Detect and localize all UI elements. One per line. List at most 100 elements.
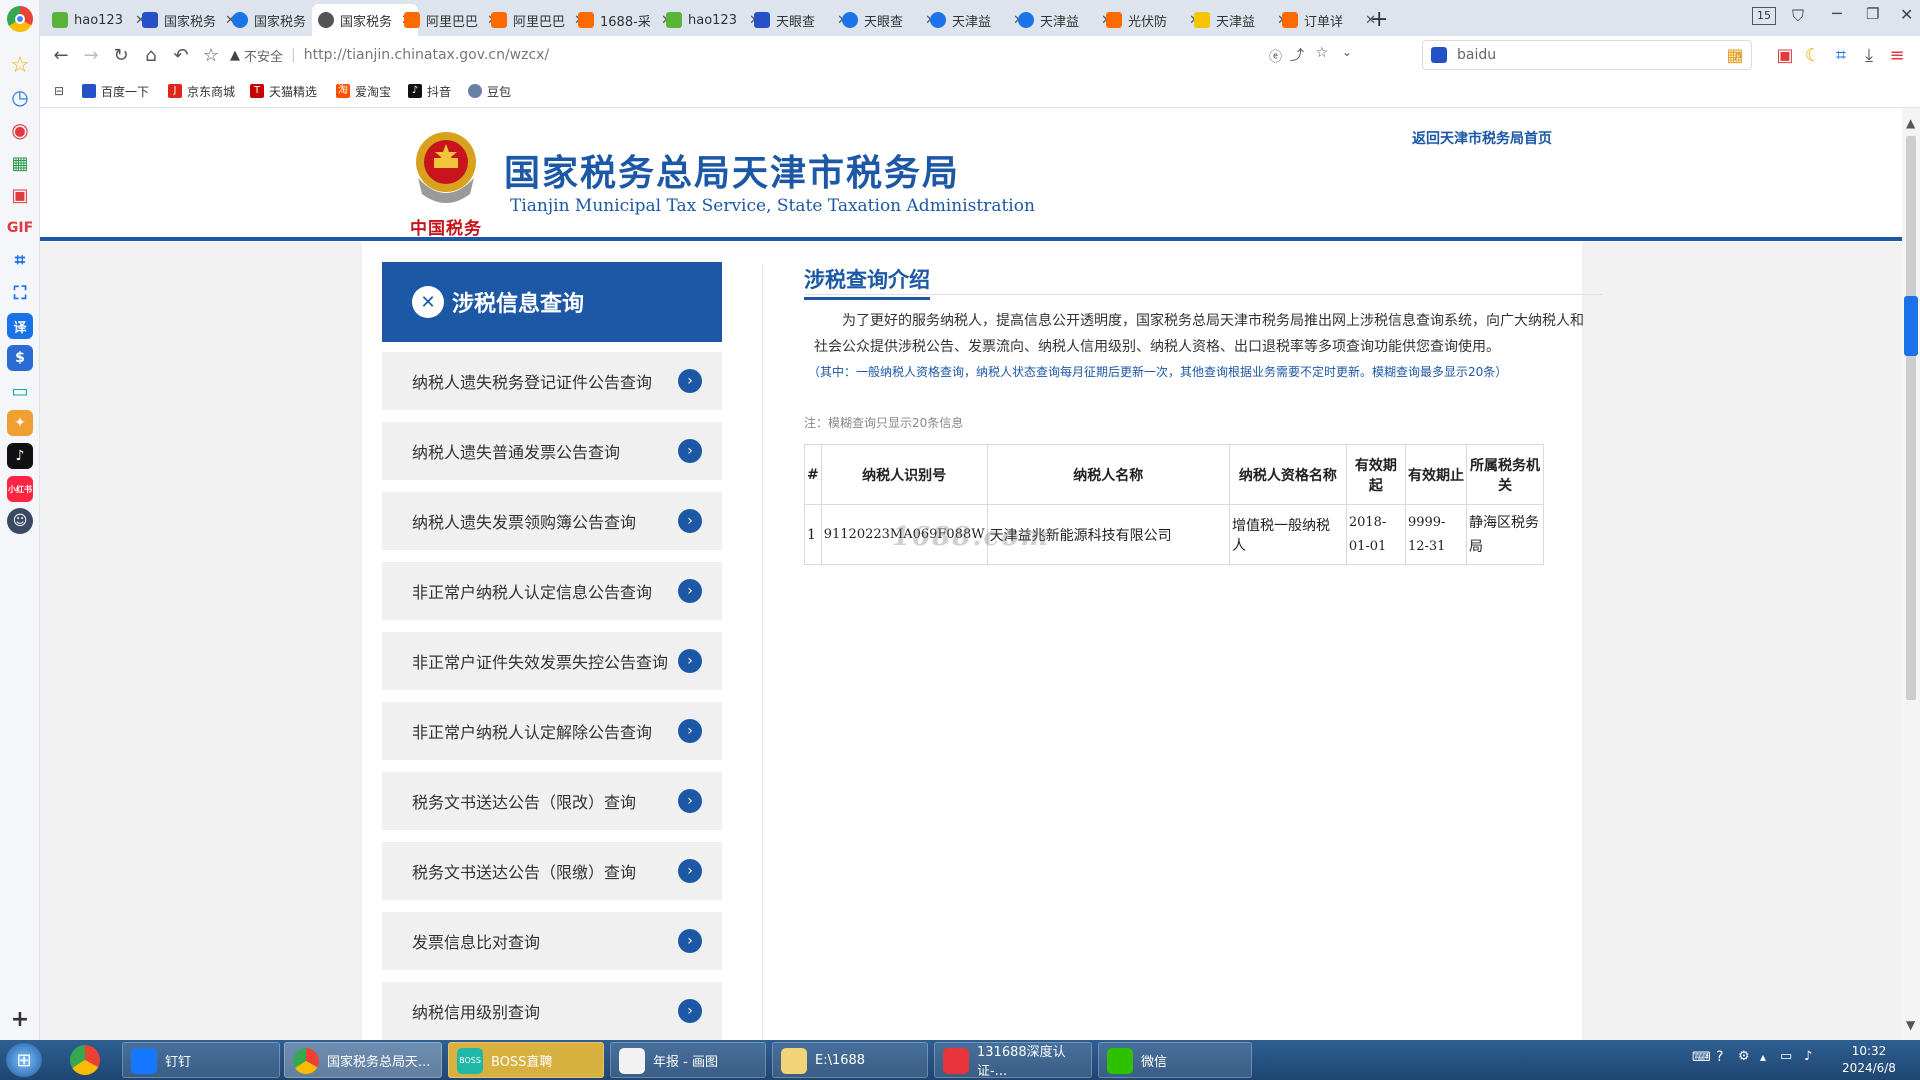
vertical-scrollbar[interactable]: ▲ ▼ bbox=[1902, 108, 1920, 1040]
bookmark-tmall[interactable]: T 天猫精选 bbox=[250, 82, 317, 100]
moon-icon[interactable]: ☾ bbox=[1800, 42, 1826, 68]
record-icon[interactable]: ◉ bbox=[7, 117, 33, 143]
taskbar-explorer[interactable]: E:\1688 bbox=[772, 1042, 928, 1078]
history-clock-icon[interactable]: ◷ bbox=[7, 84, 33, 110]
ie-mode-icon[interactable]: ⓔ bbox=[1269, 46, 1282, 65]
scroll-down-icon[interactable]: ▼ bbox=[1906, 1018, 1915, 1032]
search-placeholder: baidu bbox=[1457, 47, 1497, 63]
baidu-paw-icon bbox=[82, 84, 96, 98]
taskbar-paint[interactable]: 年报 - 画图 bbox=[610, 1042, 766, 1078]
back-icon[interactable]: ← bbox=[48, 42, 74, 68]
baidu-icon bbox=[1431, 47, 1447, 63]
windows-start-icon[interactable]: ⊞ bbox=[6, 1043, 42, 1077]
keyboard-icon[interactable]: ⌨ bbox=[1692, 1050, 1711, 1065]
cell-qualification: 增值税一般纳税人 bbox=[1228, 504, 1347, 565]
sidebar-toggle-icon[interactable]: ⊟ bbox=[54, 82, 64, 100]
bookmark-jd[interactable]: J 京东商城 bbox=[168, 82, 235, 100]
tab-count[interactable]: 15 bbox=[1752, 7, 1776, 25]
bookmark-doubao[interactable]: 豆包 bbox=[468, 82, 511, 100]
menu-item-document-service-correction[interactable]: 税务文书送达公告（限改）查询 › bbox=[382, 772, 722, 830]
download-icon[interactable]: ⤓ bbox=[1856, 42, 1882, 68]
text-recognition-icon[interactable]: ⛶ bbox=[7, 280, 33, 306]
scroll-indicator bbox=[1904, 296, 1918, 356]
bookmark-taobao[interactable]: 淘爱淘宝 bbox=[336, 82, 391, 100]
arrow-right-icon: › bbox=[678, 929, 702, 953]
translate-icon[interactable]: 译 bbox=[7, 313, 33, 339]
scroll-up-icon[interactable]: ▲ bbox=[1906, 116, 1915, 130]
alibaba-icon bbox=[1282, 12, 1298, 28]
taskbar-boss[interactable]: BOSS BOSS直聘 bbox=[448, 1042, 604, 1078]
cell-valid-to: 9999-12-31 bbox=[1404, 504, 1468, 565]
undo-close-icon[interactable]: ↶ bbox=[168, 42, 194, 68]
browser-icon bbox=[293, 1048, 319, 1074]
screen-share-icon[interactable]: ▭ bbox=[7, 378, 33, 404]
clock[interactable]: 10:32 2024/6/8 bbox=[1834, 1043, 1904, 1077]
tray-icon[interactable]: ⚙ bbox=[1738, 1049, 1750, 1064]
xiaohongshu-icon[interactable]: 小红书 bbox=[7, 476, 33, 502]
game-icon[interactable]: ✦ bbox=[7, 410, 33, 436]
security-label: 不安全 bbox=[244, 49, 284, 65]
menu-item-invoice-comparison[interactable]: 发票信息比对查询 › bbox=[382, 912, 722, 970]
url-text[interactable]: http://tianjin.chinatax.gov.cn/wzcx/ bbox=[304, 47, 549, 63]
help-icon[interactable]: ? bbox=[1716, 1049, 1723, 1065]
taskbar-chinatax[interactable]: 国家税务总局天... bbox=[284, 1042, 442, 1078]
bookmark-douyin[interactable]: ♪ 抖音 bbox=[408, 82, 451, 100]
menu-item-abnormal-taxpayer[interactable]: 非正常户纳税人认定信息公告查询 › bbox=[382, 562, 722, 620]
crop-icon[interactable]: ⌗ bbox=[7, 247, 33, 273]
bookmark-star-icon[interactable]: ☆ bbox=[198, 42, 224, 68]
favorite-star-icon[interactable]: ☆ bbox=[1315, 45, 1328, 61]
network-icon[interactable]: ▭ bbox=[1780, 1049, 1792, 1064]
restore-icon[interactable]: ❐ bbox=[1866, 5, 1879, 23]
reload-icon[interactable]: ↻ bbox=[108, 42, 134, 68]
menu-item-lost-invoice-book[interactable]: 纳税人遗失发票领购簿公告查询 › bbox=[382, 492, 722, 550]
scroll-thumb[interactable] bbox=[1906, 136, 1916, 700]
minimize-icon[interactable]: ─ bbox=[1832, 4, 1842, 23]
menu-item-abnormal-invalid-invoice[interactable]: 非正常户证件失效发票失控公告查询 › bbox=[382, 632, 722, 690]
bookmark-baidu[interactable]: 百度一下 bbox=[82, 82, 149, 100]
page-gutter-left bbox=[40, 242, 362, 1040]
update-note: （其中：一般纳税人资格查询，纳税人状态查询每月征期后更新一次，其他查询根据业务需… bbox=[808, 365, 1508, 379]
warning-icon: ▲ bbox=[230, 47, 240, 63]
taskbar-wps[interactable]: 131688深度认证-... bbox=[934, 1042, 1092, 1079]
wps-icon bbox=[943, 1048, 969, 1074]
avatar-icon[interactable]: ☺ bbox=[7, 508, 33, 534]
search-box[interactable]: baidu ⌕ bbox=[1422, 40, 1752, 70]
new-tab-icon[interactable]: + bbox=[1370, 7, 1388, 32]
national-emblem-logo: 中国税务 bbox=[406, 128, 486, 239]
watermark: 1688.com bbox=[892, 522, 1051, 552]
menu-icon[interactable]: ≡ bbox=[1884, 42, 1910, 68]
menu-item-lost-registration[interactable]: 纳税人遗失税务登记证件公告查询 › bbox=[382, 352, 722, 410]
browser-taskbar-icon[interactable] bbox=[70, 1045, 100, 1075]
share-icon[interactable]: ⤴ bbox=[1290, 45, 1304, 65]
menu-item-credit-level[interactable]: 纳税信用级别查询 › bbox=[382, 982, 722, 1040]
add-icon[interactable]: + bbox=[7, 1006, 33, 1032]
bookmarks-bar: ⊟ 百度一下 J 京东商城 T 天猫精选 淘爱淘宝 ♪ 抖音 豆包 bbox=[40, 74, 1920, 108]
taskbar-wechat[interactable]: 微信 bbox=[1098, 1042, 1252, 1078]
home-icon[interactable]: ⌂ bbox=[138, 42, 164, 68]
pdf-icon[interactable]: ▣ bbox=[7, 182, 33, 208]
apps-icon[interactable]: ▦ bbox=[1722, 42, 1748, 68]
screenshot-crop-icon[interactable]: ⌗ bbox=[1828, 42, 1854, 68]
taskbar-dingtalk[interactable]: 钉钉 bbox=[122, 1042, 280, 1078]
menu-item-abnormal-release[interactable]: 非正常户纳税人认定解除公告查询 › bbox=[382, 702, 722, 760]
money-icon[interactable]: $ bbox=[7, 345, 33, 371]
close-window-icon[interactable]: ✕ bbox=[1900, 5, 1913, 24]
pdf-tool-icon[interactable]: ▣ bbox=[1772, 42, 1798, 68]
cell-tax-office: 静海区税务局 bbox=[1466, 504, 1544, 565]
menu-item-document-service-payment[interactable]: 税务文书送达公告（限缴）查询 › bbox=[382, 842, 722, 900]
show-hidden-icon[interactable]: ▴ bbox=[1760, 1050, 1766, 1064]
favorites-star-icon[interactable]: ☆ bbox=[7, 52, 33, 78]
taobao-icon: 淘 bbox=[336, 84, 350, 98]
address-bar[interactable]: ▲ 不安全 | http://tianjin.chinatax.gov.cn/w… bbox=[230, 40, 1382, 70]
tiktok-icon[interactable]: ♪ bbox=[7, 443, 33, 469]
volume-icon[interactable]: ♪ bbox=[1804, 1049, 1812, 1064]
tab-order-detail[interactable]: 订单详 ✕ bbox=[1276, 4, 1382, 36]
shirt-skin-icon[interactable]: ⛉ bbox=[1792, 6, 1804, 26]
chevron-down-icon[interactable]: ⌄ bbox=[1342, 45, 1352, 59]
browser-logo-icon[interactable] bbox=[7, 6, 33, 32]
back-to-home-link[interactable]: 返回天津市税务局首页 bbox=[1412, 128, 1552, 148]
apps-grid-icon[interactable]: ▦ bbox=[7, 150, 33, 176]
forward-icon[interactable]: → bbox=[78, 42, 104, 68]
menu-item-lost-invoice[interactable]: 纳税人遗失普通发票公告查询 › bbox=[382, 422, 722, 480]
gif-tool-icon[interactable]: GIF bbox=[7, 215, 33, 241]
